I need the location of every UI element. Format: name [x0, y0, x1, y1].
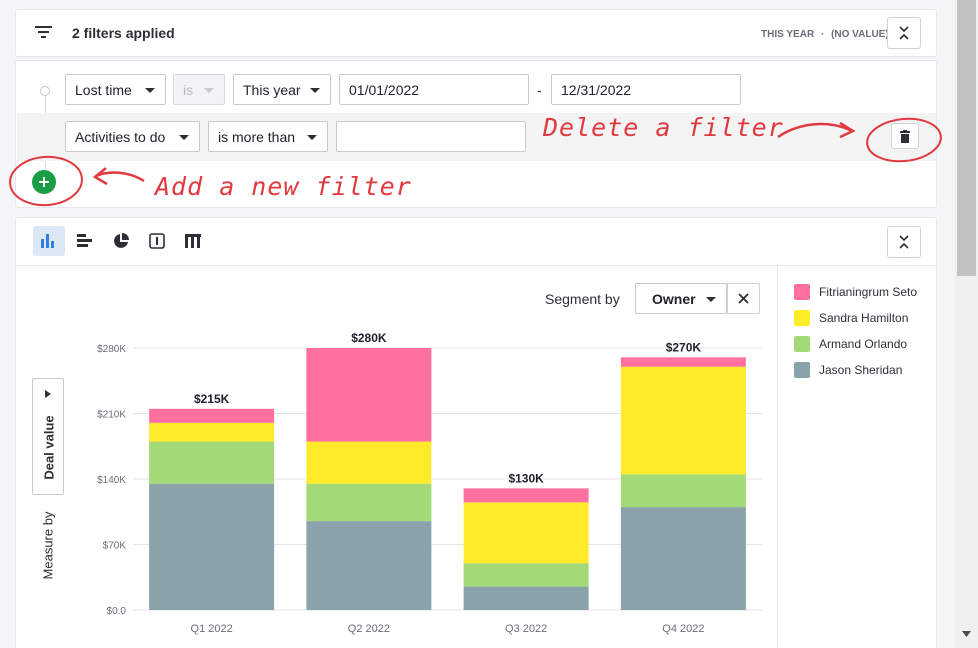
bar-segment[interactable]	[620, 357, 746, 367]
collapse-icon	[899, 26, 909, 40]
legend-label: Sandra Hamilton	[819, 311, 909, 325]
legend-swatch	[794, 284, 810, 300]
date-to-input[interactable]: 12/31/2022	[551, 74, 741, 105]
stacked-bar-chart: $0.0 $70K $140K $210K $280K $215K Q1 2022 $280K…	[97, 331, 762, 635]
delete-filter-button[interactable]	[891, 123, 919, 149]
legend-item[interactable]: Sandra Hamilton	[794, 309, 908, 327]
bar-segment[interactable]	[149, 483, 275, 610]
collapse-filters-button[interactable]	[887, 17, 921, 49]
bar-segment[interactable]	[306, 441, 432, 484]
legend-swatch	[794, 310, 810, 326]
bar-segment[interactable]	[306, 348, 432, 442]
x-tick-label: Q2 2022	[348, 623, 390, 635]
y-tick-label: $140K	[97, 475, 126, 486]
filter-operator-value: is	[183, 81, 194, 98]
page-scrollbar[interactable]	[955, 0, 978, 648]
chevron-down-icon	[307, 135, 317, 140]
bar-segment[interactable]	[463, 488, 589, 503]
bar-segment[interactable]	[149, 441, 275, 484]
scrollbar-thumb[interactable]	[957, 0, 976, 276]
date-from-value: 01/01/2022	[349, 81, 420, 98]
y-tick-label: $280K	[97, 344, 126, 355]
filter-summary: THIS YEAR · (NO VALUE)	[761, 29, 889, 40]
bar-segment[interactable]	[306, 521, 432, 610]
legend-swatch	[794, 362, 810, 378]
bar-total-label: $215K	[194, 392, 230, 406]
legend-label: Armand Orlando	[819, 337, 908, 351]
bar-total-label: $270K	[666, 340, 702, 354]
legend-swatch	[794, 336, 810, 352]
filter-value-select[interactable]: This year	[233, 74, 331, 105]
filter-field-select[interactable]: Lost time	[65, 74, 166, 105]
legend-label: Jason Sheridan	[819, 363, 903, 377]
filter-summary-sep: ·	[820, 29, 825, 40]
bar-segment[interactable]	[463, 586, 589, 610]
scroll-down-arrow-icon[interactable]	[962, 631, 971, 637]
bar-segment[interactable]	[463, 502, 589, 564]
y-tick-label: $70K	[103, 541, 127, 552]
trash-icon	[900, 129, 910, 143]
annotation-delete-filter: Delete a filter	[543, 113, 784, 142]
bar-segment[interactable]	[620, 366, 746, 475]
chevron-down-icon	[179, 135, 189, 140]
date-to-value: 12/31/2022	[561, 81, 632, 98]
bar-total-label: $130K	[508, 471, 544, 485]
x-tick-label: Q4 2022	[662, 623, 704, 635]
filter-header: 2 filters applied THIS YEAR · (NO VALUE)	[15, 9, 937, 57]
chevron-down-icon	[145, 88, 155, 93]
filter-operator-select: is	[173, 74, 225, 105]
legend-item[interactable]: Armand Orlando	[794, 335, 907, 353]
x-tick-label: Q1 2022	[191, 623, 233, 635]
bar-segment[interactable]	[620, 507, 746, 610]
filter-rules: Lost time is This year 01/01/2022 - 12/3…	[15, 60, 937, 208]
y-tick-label: $210K	[97, 410, 126, 421]
filter-field-value: Activities to do	[75, 128, 166, 145]
legend-item[interactable]: Fitrianingrum Seto	[794, 283, 917, 301]
date-range-separator: -	[537, 82, 542, 98]
bar-segment[interactable]	[463, 563, 589, 587]
date-from-input[interactable]: 01/01/2022	[339, 74, 529, 105]
filter-row: Lost time is This year 01/01/2022 - 12/3…	[16, 67, 936, 113]
bar-segment[interactable]	[620, 474, 746, 508]
y-tick-label: $0.0	[107, 606, 127, 617]
chevron-down-icon	[204, 88, 214, 93]
legend-divider	[777, 266, 778, 648]
plus-circle-icon	[39, 177, 49, 187]
filter-operator-select[interactable]: is more than	[208, 121, 328, 152]
bar-segment[interactable]	[149, 422, 275, 442]
bar-segment[interactable]	[149, 408, 275, 423]
collapse-chart-button[interactable]	[887, 226, 921, 258]
report-panel: Segment by Owner Deal value Measure by $…	[15, 217, 937, 648]
filter-field-select[interactable]: Activities to do	[65, 121, 200, 152]
bar-total-label: $280K	[351, 331, 387, 345]
collapse-icon	[899, 235, 909, 249]
chevron-down-icon	[310, 88, 320, 93]
add-filter-button[interactable]	[32, 170, 56, 194]
filter-field-value: Lost time	[75, 81, 132, 98]
filters-applied-title: 2 filters applied	[72, 25, 175, 41]
filter-value-input[interactable]	[336, 121, 526, 152]
filter-value-select-value: This year	[243, 81, 301, 98]
bar-segment[interactable]	[306, 483, 432, 522]
legend-item[interactable]: Jason Sheridan	[794, 361, 902, 379]
filter-icon[interactable]	[35, 25, 52, 39]
filter-row: Activities to do is more than	[17, 113, 936, 161]
filter-operator-value: is more than	[218, 128, 296, 145]
x-tick-label: Q3 2022	[505, 623, 547, 635]
filter-summary-value: (NO VALUE)	[831, 29, 889, 40]
filter-summary-period: THIS YEAR	[761, 29, 815, 40]
annotation-add-filter: Add a new filter	[155, 172, 412, 201]
legend-label: Fitrianingrum Seto	[819, 285, 918, 299]
